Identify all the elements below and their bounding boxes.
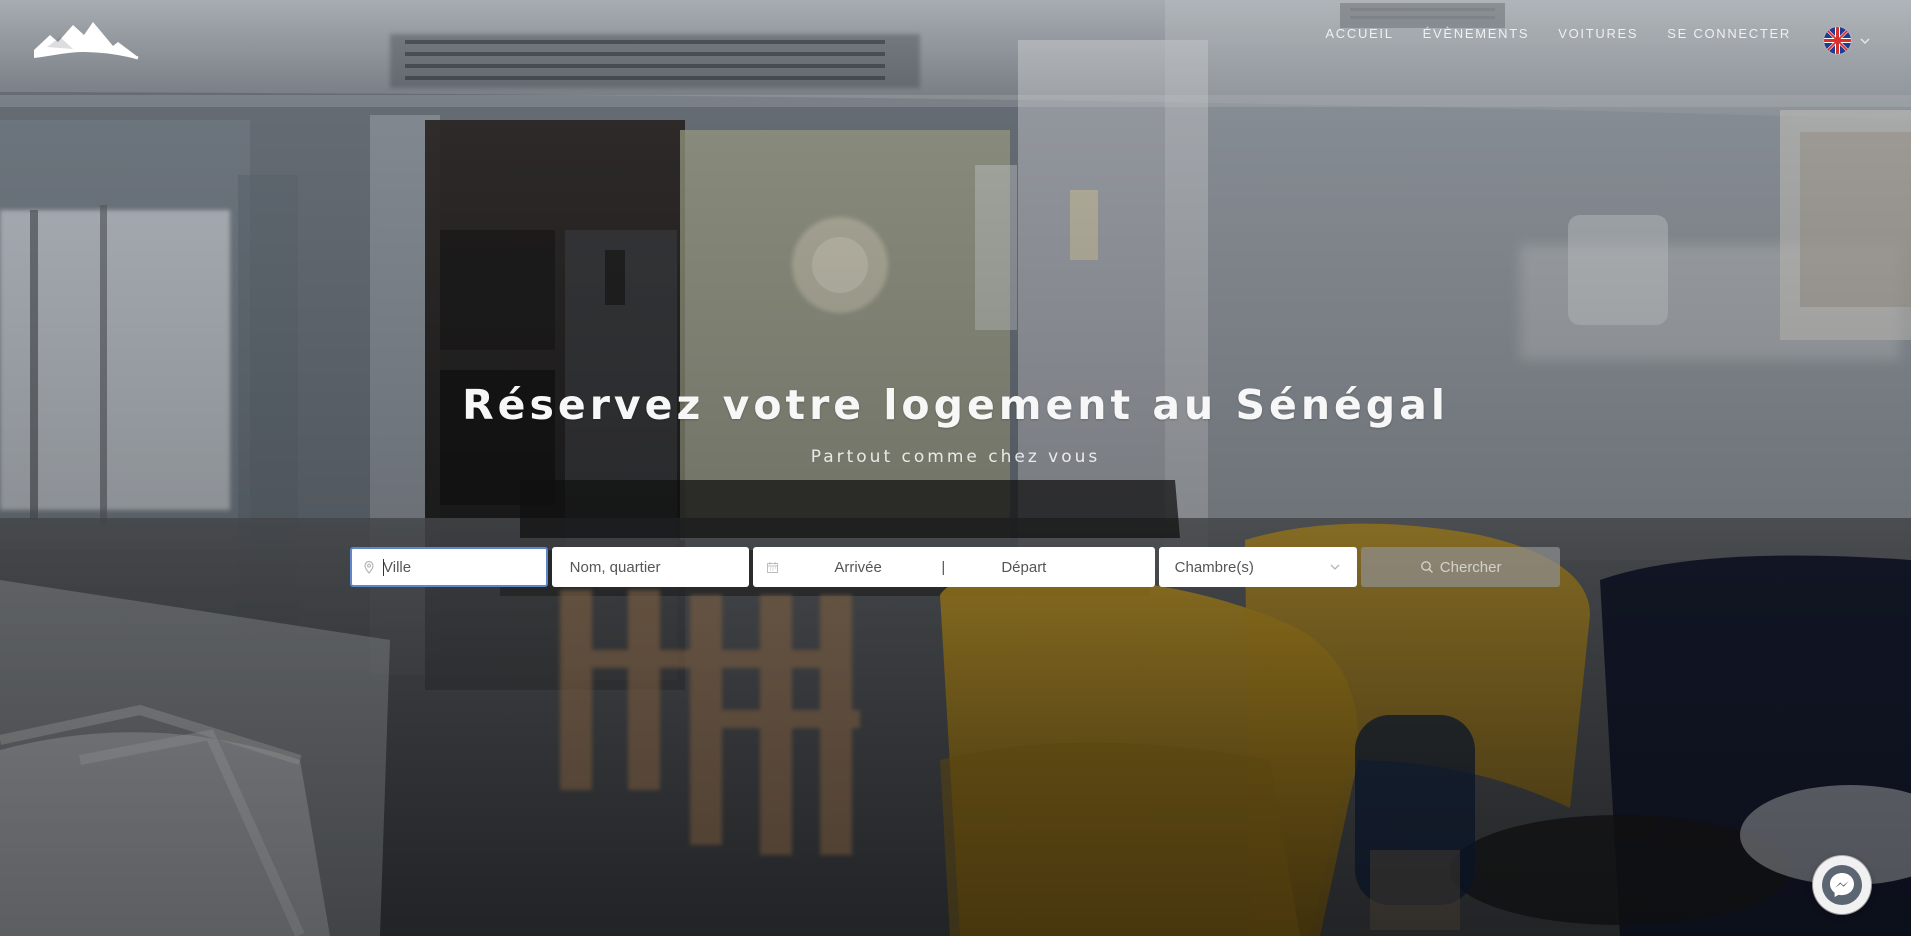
city-input[interactable] (383, 548, 546, 586)
location-pin-icon (364, 560, 374, 574)
arrival-date[interactable]: Arrivée (834, 559, 882, 576)
rooms-select-value: Chambre(s) (1174, 558, 1254, 576)
date-separator: | (941, 559, 946, 576)
messenger-icon (1830, 873, 1854, 897)
nav-link-se-connecter[interactable]: SE CONNECTER (1667, 26, 1791, 41)
page-title: Réservez votre logement au Sénégal (462, 381, 1449, 429)
language-selector[interactable] (1824, 27, 1871, 54)
area-input[interactable] (567, 547, 749, 587)
nav-link-voitures[interactable]: VOITURES (1558, 26, 1638, 41)
accommodation-search-form: Arrivée | Départ Chambre(s) Chercher (350, 547, 1560, 587)
mountain-logo-icon[interactable] (30, 18, 142, 60)
search-icon (1420, 561, 1433, 573)
nav-link-evenements[interactable]: ÉVÈNEMENTS (1423, 26, 1530, 41)
hero-section: ACCUEIL ÉVÈNEMENTS VOITURES SE CONNECTER… (0, 0, 1911, 936)
city-field[interactable] (350, 547, 548, 587)
calendar-icon (767, 561, 779, 573)
chevron-down-icon (1330, 564, 1340, 570)
chevron-down-icon (1860, 38, 1870, 44)
search-button-label: Chercher (1439, 558, 1502, 576)
background-overlay (0, 0, 1911, 936)
departure-date[interactable]: Départ (1001, 559, 1046, 576)
page-subtitle: Partout comme chez vous (810, 447, 1101, 467)
messenger-icon-background (1822, 865, 1862, 905)
uk-flag-icon (1824, 27, 1851, 54)
nav-link-accueil[interactable]: ACCUEIL (1325, 26, 1393, 41)
area-field[interactable] (551, 547, 750, 587)
rooms-select[interactable]: Chambre(s) (1158, 547, 1358, 587)
messenger-chat-button[interactable] (1813, 856, 1871, 914)
uk-flag-red-horizontal (1824, 39, 1851, 42)
search-button[interactable]: Chercher (1361, 547, 1560, 587)
date-range-field[interactable]: Arrivée | Départ (753, 547, 1155, 587)
main-navigation: ACCUEIL ÉVÈNEMENTS VOITURES SE CONNECTER (1296, 26, 1791, 41)
